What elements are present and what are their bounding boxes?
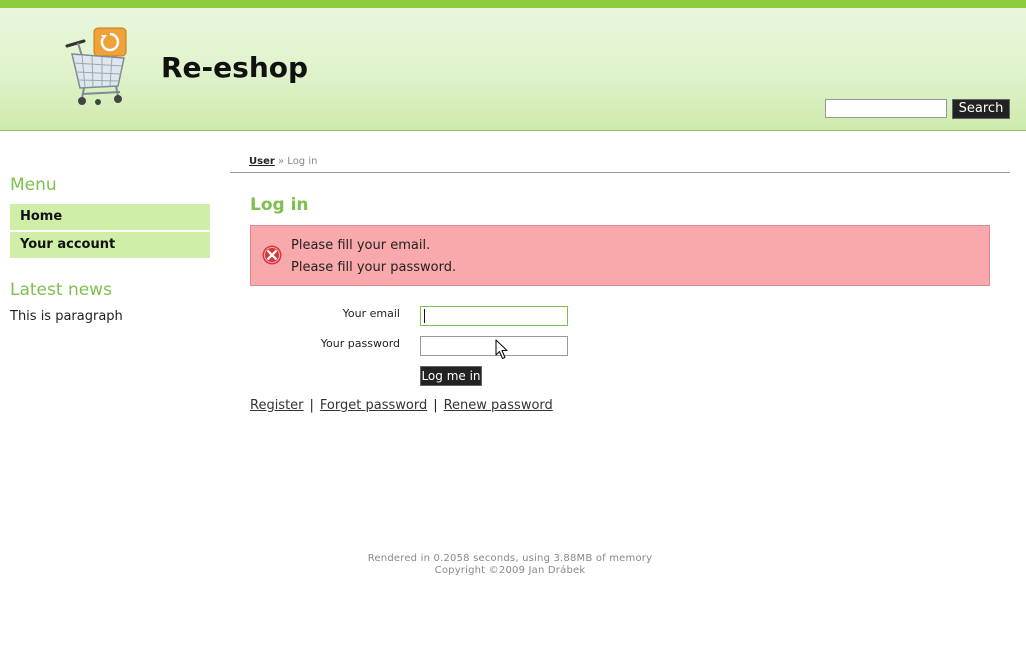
account-links: Register | Forget password | Renew password xyxy=(250,397,553,414)
menu-list: Home Your account xyxy=(10,204,210,260)
link-separator: | xyxy=(433,398,438,413)
latest-news-heading: Latest news xyxy=(10,280,112,300)
email-label: Your email xyxy=(342,307,400,320)
copyright: Copyright ©2009 Jan Drábek xyxy=(434,565,586,576)
mouse-pointer-icon xyxy=(495,339,508,360)
breadcrumb-link-user[interactable]: User xyxy=(249,156,275,167)
shopping-cart-recycle-icon[interactable] xyxy=(64,26,132,108)
search-input[interactable] xyxy=(825,99,947,118)
page-title: Log in xyxy=(250,195,309,215)
text-caret xyxy=(424,309,425,323)
breadcrumb-divider xyxy=(230,172,1010,173)
menu-item-home[interactable]: Home xyxy=(10,204,210,230)
password-field[interactable] xyxy=(420,336,568,356)
search-button[interactable]: Search xyxy=(952,99,1010,119)
link-separator: | xyxy=(309,398,314,413)
email-field[interactable] xyxy=(420,306,568,326)
breadcrumb-current: Log in xyxy=(287,156,318,167)
site-title[interactable]: Re-eshop xyxy=(161,51,308,85)
footer: Rendered in 0.2058 seconds, using 3.88MB… xyxy=(0,553,1020,577)
error-message-box: Please fill your email. Please fill your… xyxy=(250,225,990,286)
breadcrumb: User » Log in xyxy=(249,155,317,168)
top-accent-bar xyxy=(0,0,1026,8)
error-message-email: Please fill your email. xyxy=(291,238,431,253)
renew-password-link[interactable]: Renew password xyxy=(444,398,553,413)
error-message-password: Please fill your password. xyxy=(291,260,457,275)
render-info: Rendered in 0.2058 seconds, using 3.88MB… xyxy=(367,553,653,564)
error-icon xyxy=(262,245,282,265)
menu-item-your-account[interactable]: Your account xyxy=(10,232,210,258)
register-link[interactable]: Register xyxy=(250,398,304,413)
forget-password-link[interactable]: Forget password xyxy=(320,398,427,413)
site-header: Re-eshop Search xyxy=(0,0,1026,131)
password-label: Your password xyxy=(320,337,400,350)
log-in-button[interactable]: Log me in xyxy=(420,366,482,386)
breadcrumb-separator: » xyxy=(277,156,285,167)
news-paragraph: This is paragraph xyxy=(10,309,123,324)
menu-heading: Menu xyxy=(10,175,57,195)
